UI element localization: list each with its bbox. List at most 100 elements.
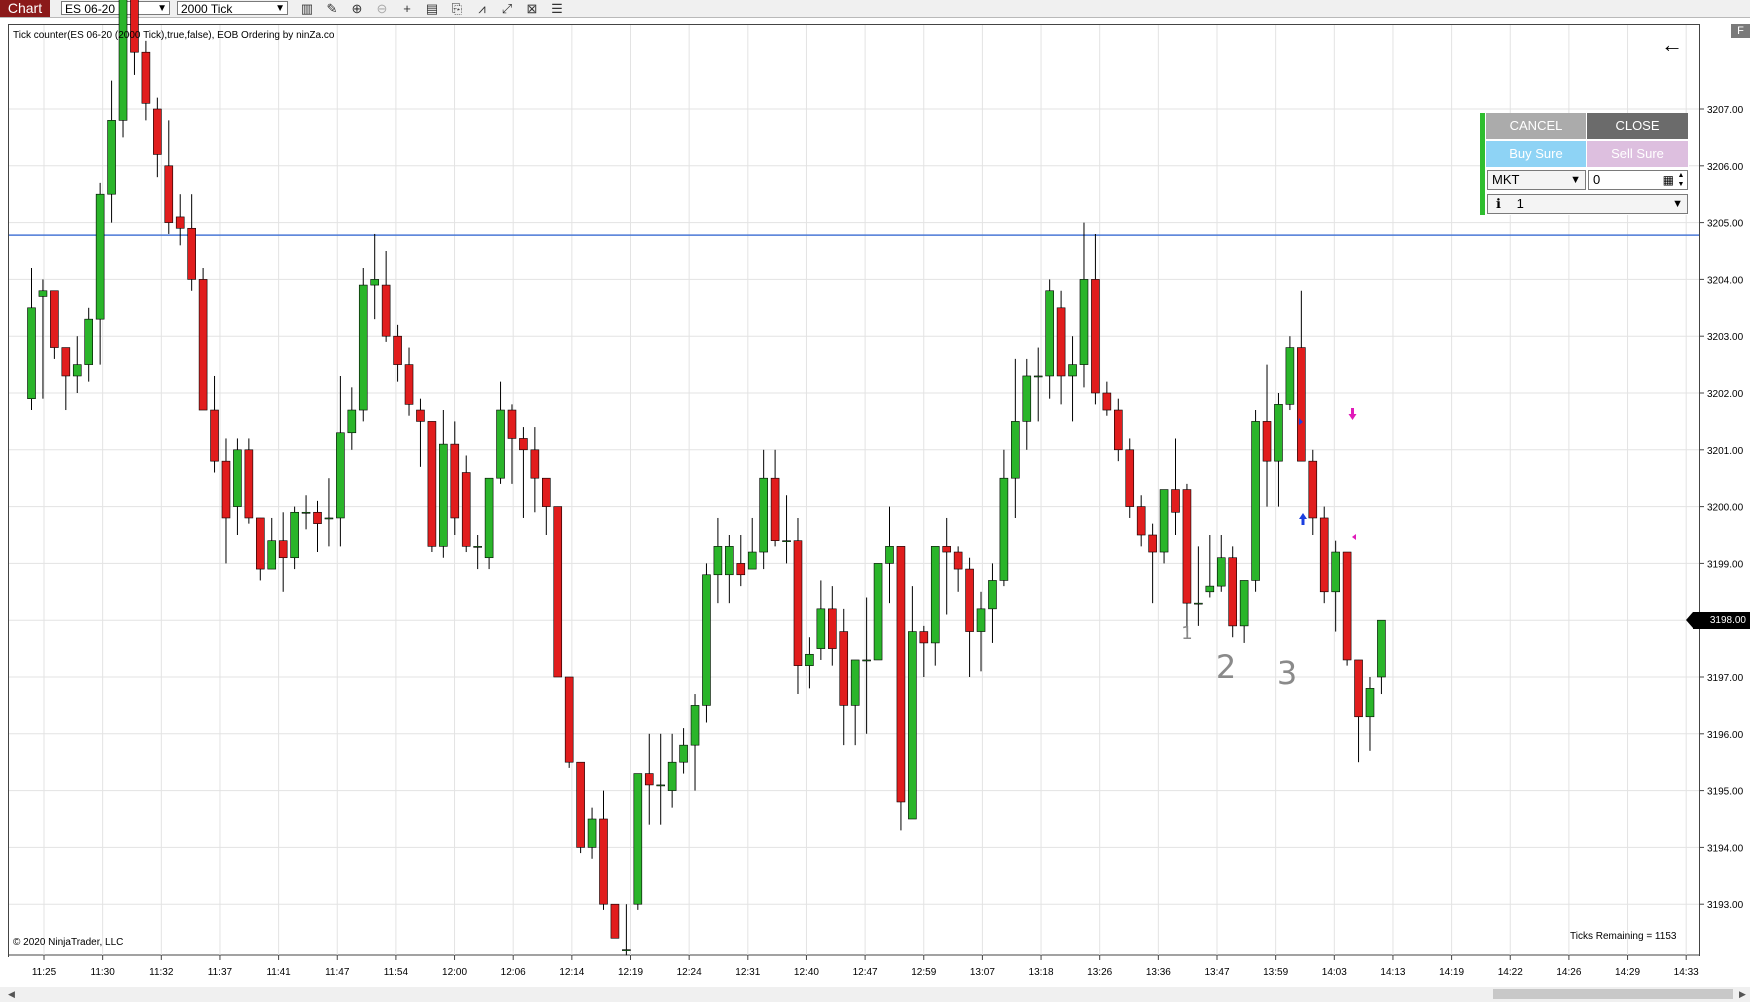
left-arrow-icon[interactable]: ←: [1661, 34, 1683, 56]
candle-up: [107, 120, 116, 195]
candle-down: [416, 409, 425, 422]
handwritten-label: 3: [1277, 654, 1297, 692]
price-label: 3206.00: [1707, 162, 1744, 173]
candle-up: [290, 511, 299, 559]
scroll-right-icon[interactable]: ▶: [1739, 987, 1746, 1002]
quantity-stepper[interactable]: 0 ▦ ▲ ▼: [1588, 170, 1688, 190]
indicator-label: Tick counter(ES 06-20 (2000 Tick),true,f…: [13, 30, 335, 41]
copyright-text: © 2020 NinjaTrader, LLC: [13, 937, 124, 948]
candle-down: [519, 438, 528, 451]
candle-down: [1342, 551, 1352, 661]
candle-up: [1239, 580, 1249, 627]
candle-up: [999, 477, 1009, 581]
candle-down: [576, 761, 585, 848]
time-label: 11:54: [384, 967, 409, 978]
time-label: 13:07: [970, 967, 995, 978]
candle-down: [198, 279, 208, 411]
candle-up: [702, 574, 711, 706]
time-label: 11:32: [149, 967, 174, 978]
candle-down: [1228, 557, 1237, 627]
candle-up: [656, 784, 666, 787]
candle-up: [72, 364, 82, 377]
candle-down: [553, 506, 563, 678]
time-label: 14:13: [1380, 967, 1405, 978]
candle-up: [1274, 404, 1283, 462]
candle-up: [587, 818, 597, 848]
candle-up: [885, 546, 894, 564]
candle-down: [313, 511, 322, 524]
candle-up: [1045, 290, 1054, 377]
time-label: 11:47: [325, 967, 350, 978]
candle-down: [1148, 534, 1157, 553]
scrollbar-thumb[interactable]: [1493, 989, 1733, 999]
candle-down: [244, 449, 254, 519]
price-label: 3207.00: [1707, 105, 1744, 116]
price-label: 3197.00: [1707, 673, 1744, 684]
candle-down: [1171, 489, 1180, 513]
candle-up: [1022, 375, 1032, 422]
candle-up: [747, 551, 757, 570]
account-value: 1: [1516, 196, 1524, 211]
candle-up: [862, 659, 871, 662]
candle-up: [301, 511, 311, 514]
price-label: 3196.00: [1707, 730, 1744, 741]
time-label: 12:47: [853, 967, 878, 978]
candle-down: [507, 409, 517, 439]
candle-up: [1216, 557, 1226, 587]
candle-up: [1331, 551, 1340, 593]
candle-up: [1285, 347, 1295, 405]
candle-up: [805, 653, 814, 666]
price-label: 3205.00: [1707, 219, 1744, 230]
cancel-button[interactable]: CANCEL: [1486, 113, 1586, 139]
candle-up: [439, 443, 448, 547]
time-label: 14:19: [1439, 967, 1464, 978]
buy-sure-button[interactable]: Buy Sure: [1486, 141, 1586, 167]
time-label: 12:14: [559, 967, 584, 978]
quantity-value: 0: [1593, 172, 1601, 187]
handwritten-label: 2: [1216, 648, 1236, 686]
candle-up: [473, 546, 482, 548]
time-label: 11:30: [91, 967, 116, 978]
time-label: 13:26: [1087, 967, 1112, 978]
float-toggle-button[interactable]: F: [1731, 24, 1750, 38]
candle-up: [370, 279, 380, 286]
candle-down: [793, 540, 803, 666]
candle-up: [930, 546, 940, 644]
time-label: 13:36: [1146, 967, 1171, 978]
sell-sure-button[interactable]: Sell Sure: [1587, 141, 1688, 167]
candle-up: [713, 546, 723, 576]
order-panel: CANCEL CLOSE Buy Sure Sell Sure MKT ▼ 0 …: [1480, 113, 1689, 215]
candle-down: [541, 477, 551, 507]
candle-down: [1136, 506, 1146, 536]
candle-down: [141, 51, 151, 104]
candle-up: [988, 580, 997, 610]
time-label: 13:18: [1029, 967, 1054, 978]
candle-up: [1365, 688, 1375, 718]
candle-up: [1033, 375, 1043, 378]
time-label: 12:00: [442, 967, 467, 978]
calculator-icon[interactable]: ▦: [1663, 173, 1674, 187]
candle-down: [187, 227, 196, 280]
close-button[interactable]: CLOSE: [1587, 113, 1688, 139]
price-label: 3195.00: [1707, 787, 1744, 798]
account-select[interactable]: ℹ 1 ▼: [1487, 194, 1688, 214]
price-label: 3194.00: [1707, 843, 1744, 854]
time-label: 11:37: [208, 967, 233, 978]
candle-down: [827, 608, 837, 649]
time-label: 13:59: [1263, 967, 1288, 978]
candle-up: [484, 477, 494, 559]
spinner-arrows-icon[interactable]: ▲ ▼: [1676, 171, 1686, 189]
candle-up: [1194, 602, 1203, 605]
candle-up: [1011, 421, 1020, 479]
handwritten-label: 1: [1181, 623, 1192, 644]
time-label: 12:24: [677, 967, 702, 978]
order-type-select[interactable]: MKT ▼: [1487, 170, 1586, 190]
candle-up: [118, 0, 128, 121]
scroll-left-icon[interactable]: ◀: [8, 987, 15, 1002]
candle-down: [1182, 489, 1192, 604]
ticks-remaining-label: Ticks Remaining = 1153: [1570, 931, 1677, 942]
horizontal-scrollbar[interactable]: ◀ ▶: [0, 987, 1750, 1002]
order-type-value: MKT: [1492, 172, 1520, 187]
candle-down: [644, 773, 654, 786]
candle-down: [1297, 347, 1306, 462]
